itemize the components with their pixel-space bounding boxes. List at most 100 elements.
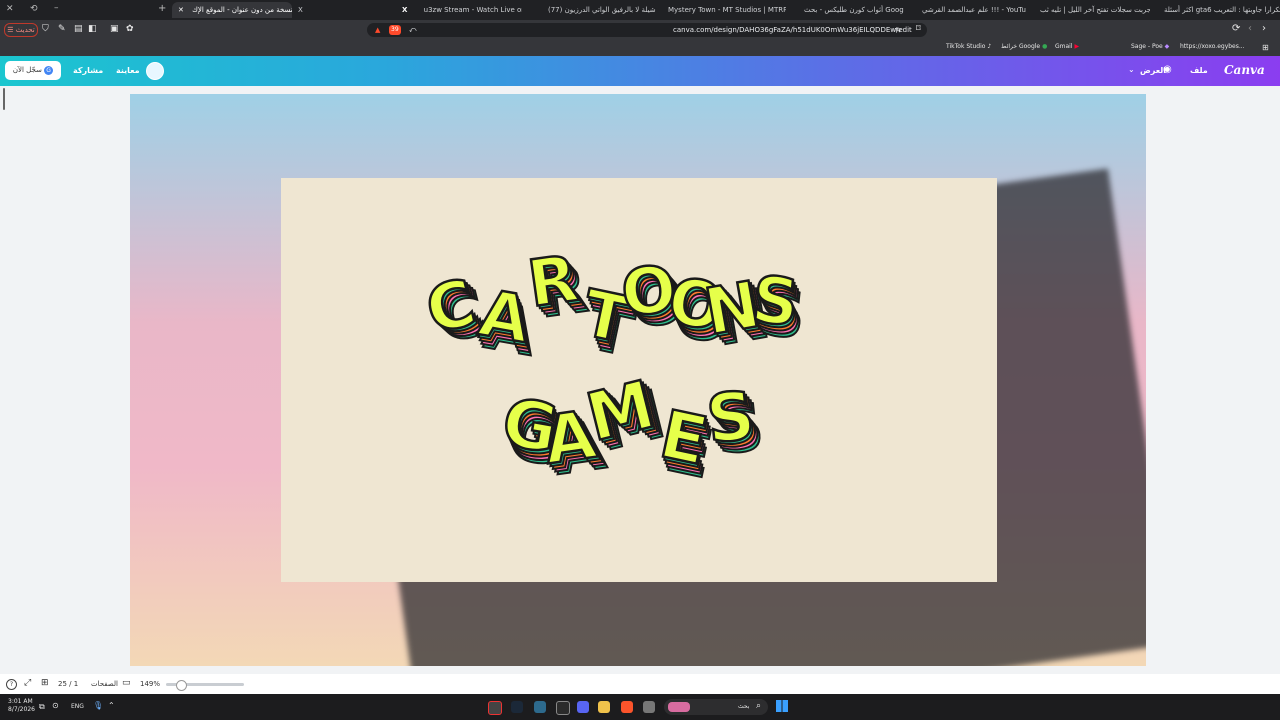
wifi-icon[interactable]: ⊙ xyxy=(52,701,59,710)
close-tab-icon[interactable]: ✕ xyxy=(178,6,184,14)
taskbar-search-box[interactable]: بحث ⌕ xyxy=(664,699,768,715)
forward-icon[interactable]: › xyxy=(1262,23,1266,34)
bookmark-egybest[interactable]: https://xoxo.egybes... xyxy=(1180,43,1245,50)
pen-icon[interactable]: ✎ xyxy=(58,24,66,34)
folder-icon[interactable] xyxy=(598,701,610,713)
poe-icon: ◆ xyxy=(1164,43,1170,50)
sidebar-icon[interactable]: ▤ xyxy=(74,24,83,34)
minimize-icon[interactable]: – xyxy=(54,3,59,13)
chevron-down-icon[interactable]: ⌄ xyxy=(1128,65,1135,74)
fullscreen-icon[interactable]: ⤢ xyxy=(24,678,31,688)
letter-face: S xyxy=(748,263,802,341)
bookmark-sage-poe[interactable]: Sage - Poe ◆ xyxy=(1131,43,1169,50)
tab-label: أثواب كورن طليكس - بحث Google xyxy=(804,6,904,14)
file-menu[interactable]: ملف xyxy=(1190,66,1208,75)
signup-button[interactable]: سجّل الآن G xyxy=(5,61,61,80)
avatar[interactable] xyxy=(146,62,164,80)
artwork-letter-s: SSSSS xyxy=(702,376,769,471)
tab-label: X xyxy=(298,6,303,14)
refresh-button[interactable]: ☰ تحديث xyxy=(4,23,38,37)
refresh-window-icon[interactable]: ⟲ xyxy=(30,4,38,14)
youtube-icon: ▶ xyxy=(1074,43,1080,50)
zoom-slider-thumb[interactable] xyxy=(176,680,188,691)
x-favicon-icon: X xyxy=(402,6,408,14)
tab-label: اكثر أسئلة gta6 تكرارا جاوبتها : التعريب… xyxy=(1164,6,1280,14)
bookmark-youtube[interactable]: Gmail ▶ xyxy=(1055,43,1079,50)
google-g-icon: G xyxy=(44,65,54,75)
app-icon[interactable] xyxy=(534,701,546,713)
zoom-value[interactable]: 149% xyxy=(140,680,160,688)
zoom-slider[interactable] xyxy=(166,680,244,691)
windows-start-icon[interactable] xyxy=(776,700,788,712)
slide-card[interactable]: CCCCCAAAAARRRRRTTTTTOOOOOOOOOONNNNNSSSSS… xyxy=(281,178,997,582)
refresh-label: تحديث xyxy=(15,26,35,34)
canva-header: سجّل الآن G مشاركة معاينة ⌄ العرض ◉ ملف … xyxy=(0,56,1280,86)
search-thumbnail xyxy=(668,702,690,712)
reading-icon[interactable]: ▣ xyxy=(110,24,119,34)
tab-youtube-gta6[interactable]: اكثر أسئلة gta6 تكرارا جاوبتها : التعريب… xyxy=(1164,2,1280,18)
tab-google-search[interactable]: أثواب كورن طليكس - بحث Google xyxy=(804,2,904,18)
tab-youtube-sheila[interactable]: (77) شيلة لا بالرفيق الواتي الدرزيون ...… xyxy=(548,2,658,18)
tab-youtube-records[interactable]: جربت سجلات تفتح آخر الليل | تليه ثب... xyxy=(1040,2,1150,18)
pages-label[interactable]: الصفحات xyxy=(91,680,118,688)
steam-icon[interactable] xyxy=(511,701,523,713)
shield-icon[interactable]: ⛉ xyxy=(42,24,49,34)
cartoons-games-artwork: CCCCCAAAAARRRRRTTTTTOOOOOOOOOONNNNNSSSSS… xyxy=(418,241,810,495)
preview-button[interactable]: معاينة xyxy=(116,66,140,75)
canva-logo[interactable]: Canva xyxy=(1224,63,1265,77)
recording-app-icon[interactable] xyxy=(488,701,502,715)
extensions-icon[interactable]: ✿ xyxy=(126,24,134,34)
pages-icon[interactable]: ▭ xyxy=(122,678,131,688)
time-text: 3:01 AM xyxy=(8,698,33,705)
tab-label: نسخة من دون عنوان - الموقع الإك... xyxy=(192,6,292,14)
brave-icon[interactable] xyxy=(621,701,633,713)
share-page-icon[interactable]: ⤺ xyxy=(409,23,416,37)
tray-chevron-up-icon[interactable]: ⌃ xyxy=(108,701,115,710)
left-scroll-indicator[interactable] xyxy=(3,88,5,110)
terminal-icon[interactable] xyxy=(556,701,570,715)
tab-label: جربت سجلات تفتح آخر الليل | تليه ثب... xyxy=(1040,6,1150,14)
os-taskbar: 3:01 AM 8/7/2026 ⧉ ⊙ ENG 🎙 ⌃ بحث ⌕ xyxy=(0,694,1280,720)
site-settings-icon[interactable]: ⇆ xyxy=(895,23,901,37)
extension-badge[interactable]: 39 xyxy=(389,25,401,35)
tab-youtube-abdulsamad[interactable]: علم عبدالصمد القرشي !!! - YouTube xyxy=(922,2,1026,18)
back-icon[interactable]: ‹ xyxy=(1248,23,1252,34)
editor-footer: ? ⤢ ⊞ 25 / 1 ▭ الصفحات 149% xyxy=(0,674,1280,694)
close-window-icon[interactable]: ✕ xyxy=(6,4,14,14)
bookmarks-bar: TikTok Studio ♪ خرائط Google ● Gmail ▶ G… xyxy=(0,40,1280,56)
brave-shield-icon[interactable]: ▲ xyxy=(375,23,380,37)
new-tab-icon[interactable]: + xyxy=(158,3,166,14)
task-view-icon[interactable] xyxy=(643,701,655,713)
search-icon: ⌕ xyxy=(756,701,762,711)
language-indicator[interactable]: ENG xyxy=(71,703,84,710)
tiktok-icon: ♪ xyxy=(987,43,992,50)
page-indicator[interactable]: 25 / 1 xyxy=(58,680,78,688)
browser-tab-bar: ✕ ⟲ – + ✕ نسخة من دون عنوان - الموقع الإ… xyxy=(0,0,1280,20)
bookmark-icon[interactable]: ⌑ xyxy=(916,24,921,34)
tab-mystery-town[interactable]: Mystery Town - MT Studios | MTRP xyxy=(668,2,786,18)
notification-icon[interactable]: ⧉ xyxy=(39,702,45,712)
split-view-icon[interactable]: ◧ xyxy=(88,24,97,34)
clock[interactable]: 3:01 AM 8/7/2026 xyxy=(8,698,35,714)
tab-label: u3zw Stream - Watch Live on Kick xyxy=(423,6,522,14)
reload-icon[interactable]: ⟳ xyxy=(1232,23,1240,34)
grid-view-icon[interactable]: ⊞ xyxy=(41,678,49,688)
bookmark-tiktok[interactable]: TikTok Studio ♪ xyxy=(946,43,991,50)
share-button[interactable]: مشاركة xyxy=(73,66,103,75)
tab-label: Mystery Town - MT Studios | MTRP xyxy=(668,6,786,14)
artwork-letter-s: SSSSS xyxy=(747,262,810,355)
url-text[interactable]: canva.com/design/DAHO36gFaZA/h51dUK0OmWu… xyxy=(673,23,912,37)
tab-canva-design[interactable]: ✕ نسخة من دون عنوان - الموقع الإك... xyxy=(172,2,292,18)
letter-face: S xyxy=(703,377,758,459)
tab-label: علم عبدالصمد القرشي !!! - YouTube xyxy=(922,6,1026,14)
tab-kick[interactable]: X u3zw Stream - Watch Live on Kick xyxy=(402,2,522,18)
mic-icon[interactable]: 🎙 xyxy=(93,701,103,710)
all-bookmarks-icon[interactable]: ⊞ xyxy=(1262,43,1269,52)
bookmark-google-maps[interactable]: خرائط Google ● xyxy=(1001,43,1047,50)
artwork-letters: CCCCCAAAAARRRRRTTTTTOOOOOOOOOONNNNNSSSSS… xyxy=(418,241,810,495)
help-icon[interactable]: ? xyxy=(6,679,17,690)
discord-icon[interactable] xyxy=(577,701,589,713)
tab-x[interactable]: X xyxy=(298,2,310,18)
tab-label: (77) شيلة لا بالرفيق الواتي الدرزيون ...… xyxy=(548,6,658,14)
address-bar[interactable]: ▲ 39 ⤺ canva.com/design/DAHO36gFaZA/h51d… xyxy=(367,23,927,37)
